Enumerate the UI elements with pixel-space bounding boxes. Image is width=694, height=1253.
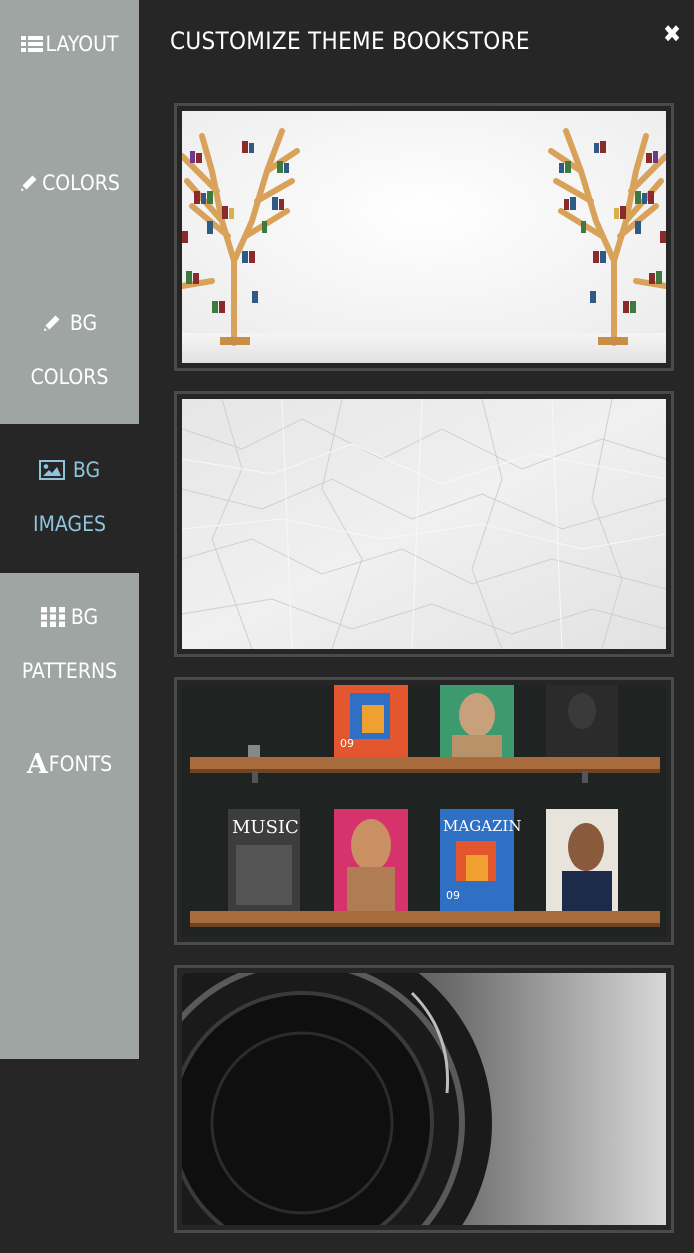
magazine-number: 09 — [446, 889, 460, 902]
bookshelf-trees-image — [182, 111, 666, 363]
crumpled-paper-image — [182, 399, 666, 649]
font-icon: A — [26, 748, 48, 780]
sidebar-item-label-line2: PATTERNS — [21, 659, 118, 683]
grid-icon — [40, 607, 65, 627]
sidebar-item-label: BG — [72, 458, 101, 482]
sidebar-item-label: COLORS — [42, 171, 120, 195]
sidebar-item-label: BG — [70, 605, 99, 629]
sidebar-item-layout[interactable]: LAYOUT — [0, 17, 139, 71]
sidebar-item-bg-patterns[interactable]: BG PATTERNS — [0, 590, 139, 698]
pencil-icon — [19, 173, 39, 193]
panel-title: CUSTOMIZE THEME BOOKSTORE — [170, 27, 530, 55]
bg-image-option-crumpled-paper[interactable] — [174, 391, 674, 657]
sidebar-item-label: BG — [69, 311, 98, 335]
camera-lens-image — [182, 973, 666, 1225]
magazine-number: 09 — [340, 737, 354, 750]
sidebar-item-bg-images[interactable]: BG IMAGES — [0, 424, 139, 573]
close-icon[interactable]: ✖ — [658, 20, 686, 48]
image-icon — [38, 460, 65, 480]
sidebar-item-fonts[interactable]: A FONTS — [0, 737, 139, 791]
sidebar-item-label: LAYOUT — [45, 32, 119, 56]
sidebar-item-bg-colors[interactable]: BG COLORS — [0, 296, 139, 404]
sidebar-item-label-line2: IMAGES — [33, 512, 106, 536]
sidebar-item-label: FONTS — [48, 752, 113, 776]
bg-image-option-bookshelf-trees[interactable] — [174, 103, 674, 371]
pencil-icon — [42, 313, 62, 333]
bg-image-option-camera-lens[interactable] — [174, 965, 674, 1233]
sidebar-item-label-line2: COLORS — [30, 365, 109, 389]
magazine-label: MAGAZIN — [443, 817, 521, 835]
magazine-shelves-image: 09 MUSIC MAGAZIN 09 — [182, 685, 666, 937]
list-icon — [20, 35, 43, 53]
theme-sidebar: LAYOUT COLORS BG COLORS BG IMAGES BG PAT… — [0, 0, 139, 1059]
magazine-label: MUSIC — [232, 817, 299, 838]
background-image-list: 09 MUSIC MAGAZIN 09 — [174, 103, 674, 1253]
bg-image-option-magazine-shelves[interactable]: 09 MUSIC MAGAZIN 09 — [174, 677, 674, 945]
sidebar-item-colors[interactable]: COLORS — [0, 156, 139, 210]
